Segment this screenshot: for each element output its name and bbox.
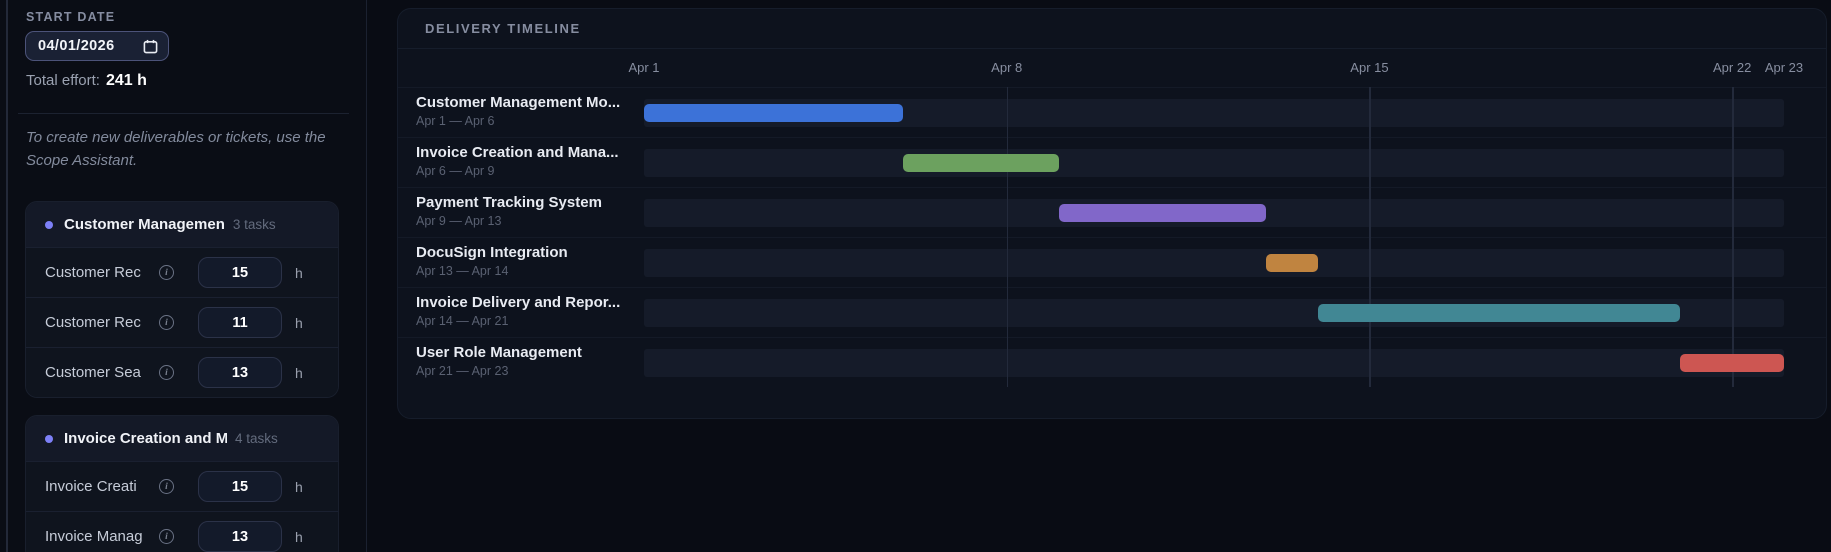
task-hours-input[interactable]: [198, 357, 282, 388]
gantt-track: [644, 149, 1784, 177]
gantt-row: DocuSign Integration Apr 13 — Apr 14: [398, 237, 1826, 287]
info-icon[interactable]: i: [159, 529, 174, 544]
gantt-row-labels: DocuSign Integration Apr 13 — Apr 14: [416, 243, 656, 279]
hours-unit-label: h: [295, 264, 303, 281]
axis-tick-label: Apr 8: [991, 60, 1023, 75]
total-effort-value: 241 h: [105, 72, 147, 89]
task-hours-input[interactable]: [198, 471, 282, 502]
sidebar-divider: [18, 113, 349, 114]
total-effort: Total effort: 241 h: [26, 72, 147, 90]
task-label: Customer Rec: [45, 314, 141, 331]
task-label: Invoice Creati: [45, 478, 137, 495]
gantt-bar[interactable]: [1680, 354, 1784, 372]
calendar-icon[interactable]: [143, 39, 158, 54]
gantt-track: [644, 349, 1784, 377]
task-hours-input[interactable]: [198, 257, 282, 288]
gantt-row-labels: Invoice Delivery and Repor... Apr 14 — Ap…: [416, 293, 656, 329]
deliverable-card-header: Invoice Creation and M 4 tasks: [26, 416, 338, 461]
gantt-row-title: Payment Tracking System: [416, 194, 602, 211]
start-date-input[interactable]: [25, 31, 169, 61]
gantt-gridline: [1006, 87, 1009, 387]
deliverable-dot-icon: [45, 434, 53, 443]
info-icon[interactable]: i: [159, 315, 174, 330]
timeline-axis: Apr 1 Apr 8 Apr 15 Apr 22 Apr 23: [398, 49, 1826, 87]
gantt-bar[interactable]: [644, 104, 904, 122]
deliverable-title: Customer Managemen: [64, 216, 225, 233]
gantt-row-dates: Apr 14 — Apr 21: [416, 314, 509, 328]
gantt-row-title: DocuSign Integration: [416, 244, 568, 261]
gantt-gridline: [1369, 87, 1371, 387]
gantt-row: User Role Management Apr 21 — Apr 23: [398, 337, 1826, 387]
task-row: Invoice Manag i h: [26, 511, 338, 552]
gantt-row-labels: Customer Management Mo... Apr 1 — Apr 6: [416, 93, 656, 129]
gantt-bar[interactable]: [1265, 254, 1318, 272]
gantt-row-labels: User Role Management Apr 21 — Apr 23: [416, 343, 656, 379]
gantt-bar[interactable]: [1058, 204, 1266, 222]
gantt-row-labels: Payment Tracking System Apr 9 — Apr 13: [416, 193, 656, 229]
gantt-row: Customer Management Mo... Apr 1 — Apr 6: [398, 87, 1826, 137]
hours-unit-label: h: [295, 314, 303, 331]
gantt-rows: Customer Management Mo... Apr 1 — Apr 6 In…: [398, 87, 1826, 387]
deliverable-title: Invoice Creation and M: [64, 430, 227, 447]
task-hours-input[interactable]: [198, 521, 282, 552]
scope-assistant-note: To create new deliverables or tickets, u…: [26, 129, 326, 170]
gantt-gridline: [1732, 87, 1734, 387]
task-row: Customer Rec i h: [26, 247, 338, 297]
gantt-row: Invoice Delivery and Repor... Apr 14 — Ap…: [398, 287, 1826, 337]
task-hours-input[interactable]: [198, 307, 282, 338]
deliverable-card: Invoice Creation and M4 tasks Invoice Cre…: [25, 415, 339, 552]
deliverable-card-header: Customer Managemen 3 tasks: [26, 202, 338, 247]
gantt-row: Invoice Creation and Mana... Apr 6 — Apr …: [398, 137, 1826, 187]
gantt-row-dates: Apr 21 — Apr 23: [416, 364, 509, 378]
info-icon[interactable]: i: [159, 479, 174, 494]
gantt-row-title: Invoice Delivery and Repor...: [416, 294, 621, 311]
info-icon[interactable]: i: [159, 365, 174, 380]
deliverable-cards: Customer Managemen3 tasksCustomer RecihC…: [25, 201, 339, 552]
hours-unit-label: h: [295, 364, 303, 381]
gantt-row-title: User Role Management: [416, 344, 582, 361]
start-date-label: START DATE: [26, 10, 116, 24]
gantt-row-dates: Apr 1 — Apr 6: [416, 114, 495, 128]
gantt-row-labels: Invoice Creation and Mana... Apr 6 — Apr …: [416, 143, 656, 179]
timeline-title: DELIVERY TIMELINE: [425, 21, 581, 36]
task-row: Invoice Creati i h: [26, 461, 338, 511]
gantt-row-title: Customer Management Mo...: [416, 94, 621, 111]
deliverable-task-count: 3 tasks: [232, 217, 276, 232]
gantt-bar[interactable]: [903, 154, 1059, 172]
gantt-row-dates: Apr 9 — Apr 13: [416, 214, 502, 228]
gantt-bar[interactable]: [1317, 304, 1681, 322]
total-effort-label: Total effort:: [26, 72, 100, 89]
task-label: Customer Sea: [45, 364, 141, 381]
task-row: Customer Sea i h: [26, 347, 338, 397]
task-row: Customer Rec i h: [26, 297, 338, 347]
delivery-timeline-panel: DELIVERY TIMELINE Apr 1 Apr 8 Apr 15 Apr 22…: [397, 8, 1827, 419]
timeline-header: DELIVERY TIMELINE: [398, 9, 1826, 49]
gantt-row-dates: Apr 13 — Apr 14: [416, 264, 509, 278]
axis-tick-label: Apr 23: [1764, 60, 1804, 75]
scope-sidebar: START DATE Total effort: 241 h To create …: [0, 0, 367, 552]
deliverable-dot-icon: [45, 220, 53, 229]
gantt-row: Payment Tracking System Apr 9 — Apr 13: [398, 187, 1826, 237]
gantt-track: [644, 249, 1784, 277]
hours-unit-label: h: [295, 528, 303, 545]
gantt-row-dates: Apr 6 — Apr 9: [416, 164, 495, 178]
start-date-value[interactable]: [38, 38, 143, 54]
gantt-row-title: Invoice Creation and Mana...: [416, 144, 619, 161]
axis-tick-label: Apr 22: [1713, 60, 1752, 75]
info-icon[interactable]: i: [159, 265, 174, 280]
task-label: Customer Rec: [45, 264, 141, 281]
axis-tick-label: Apr 1: [628, 60, 660, 75]
hours-unit-label: h: [295, 478, 303, 495]
deliverable-card: Customer Managemen3 tasksCustomer RecihC…: [25, 201, 339, 398]
axis-tick-label: Apr 15: [1350, 60, 1389, 75]
deliverable-task-count: 4 tasks: [235, 431, 278, 446]
task-label: Invoice Manag: [45, 528, 143, 545]
